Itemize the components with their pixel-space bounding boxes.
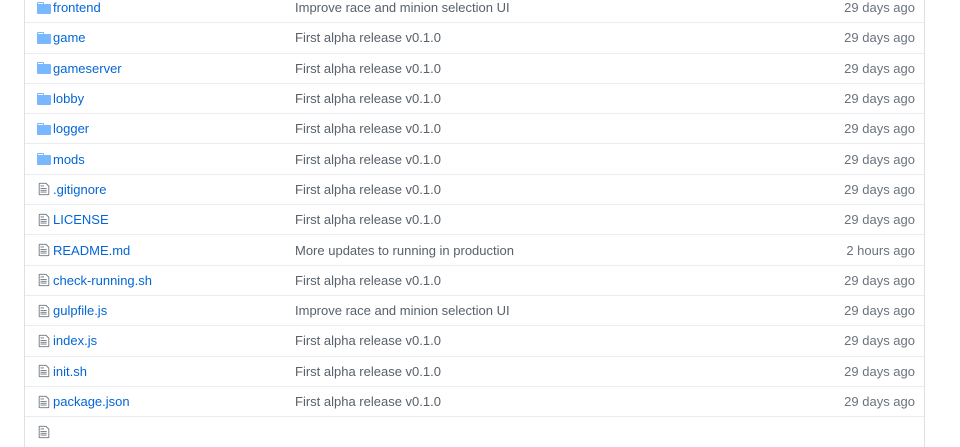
commit-age: 29 days ago	[844, 363, 915, 379]
folder-icon	[35, 1, 53, 14]
file-icon	[35, 273, 53, 287]
file-row[interactable]: package.json First alpha release v0.1.0 29…	[25, 387, 924, 418]
commit-message-link[interactable]: First alpha release v0.1.0	[295, 182, 441, 197]
file-name-link[interactable]: README.md	[53, 243, 130, 258]
file-row[interactable]: check-running.sh First alpha release v0.1…	[25, 266, 924, 296]
file-icon	[35, 395, 53, 409]
file-list: frontend Improve race and minion selectio…	[24, 0, 925, 447]
file-name-link[interactable]: init.sh	[53, 364, 87, 379]
commit-age: 29 days ago	[844, 212, 915, 228]
file-name-link[interactable]: package.json	[53, 394, 130, 409]
file-row[interactable]: .gitignore First alpha release v0.1.0 29 d…	[25, 175, 924, 206]
commit-age: 29 days ago	[844, 333, 915, 349]
folder-icon	[35, 153, 53, 166]
commit-message-link[interactable]: First alpha release v0.1.0	[295, 212, 441, 227]
commit-message-link[interactable]: First alpha release v0.1.0	[295, 61, 441, 76]
folder-icon	[35, 31, 53, 44]
commit-message-link[interactable]: First alpha release v0.1.0	[295, 30, 441, 45]
file-row[interactable]: game First alpha release v0.1.0 29 days ag…	[25, 23, 924, 54]
file-name-link[interactable]: logger	[53, 121, 89, 136]
commit-age: 29 days ago	[844, 272, 915, 288]
commit-message-link[interactable]: First alpha release v0.1.0	[295, 273, 441, 288]
file-row[interactable]: lobby First alpha release v0.1.0 29 days a…	[25, 84, 924, 115]
file-name-link[interactable]: check-running.sh	[53, 273, 152, 288]
folder-icon	[35, 92, 53, 105]
commit-age: 29 days ago	[844, 303, 915, 319]
file-icon	[35, 213, 53, 227]
commit-message-link[interactable]: First alpha release v0.1.0	[295, 333, 441, 348]
file-row[interactable]: README.md More updates to running in prod…	[25, 235, 924, 266]
file-row[interactable]: gulpfile.js Improve race and minion selec…	[25, 296, 924, 327]
commit-message-link[interactable]: Improve race and minion selection UI	[295, 303, 510, 318]
commit-age: 29 days ago	[844, 91, 915, 107]
commit-age: 29 days ago	[844, 60, 915, 76]
commit-age: 29 days ago	[844, 121, 915, 137]
commit-message-link[interactable]: More updates to running in production	[295, 243, 514, 258]
file-icon	[35, 425, 53, 439]
file-row[interactable]: LICENSE First alpha release v0.1.0 29 days…	[25, 205, 924, 236]
file-icon	[35, 334, 53, 348]
file-row[interactable]: gameserver First alpha release v0.1.0 29 d…	[25, 54, 924, 84]
file-row[interactable]	[25, 417, 924, 447]
file-row[interactable]: logger First alpha release v0.1.0 29 days …	[25, 114, 924, 145]
commit-age: 29 days ago	[844, 30, 915, 46]
commit-age: 29 days ago	[844, 394, 915, 409]
commit-age: 29 days ago	[844, 151, 915, 167]
commit-message-link[interactable]: First alpha release v0.1.0	[295, 152, 441, 167]
file-name-link[interactable]: game	[53, 30, 86, 45]
file-row[interactable]: index.js First alpha release v0.1.0 29 day…	[25, 326, 924, 357]
commit-age: 29 days ago	[844, 181, 915, 197]
file-row[interactable]: mods First alpha release v0.1.0 29 days ag…	[25, 144, 924, 175]
commit-message-link[interactable]: Improve race and minion selection UI	[295, 0, 510, 15]
file-name-link[interactable]: frontend	[53, 0, 101, 15]
file-icon	[35, 182, 53, 196]
file-icon	[35, 243, 53, 257]
folder-icon	[35, 62, 53, 75]
file-name-link[interactable]: .gitignore	[53, 182, 106, 197]
file-name-link[interactable]: gulpfile.js	[53, 303, 107, 318]
commit-message-link[interactable]: First alpha release v0.1.0	[295, 121, 441, 136]
file-name-link[interactable]: mods	[53, 152, 85, 167]
commit-message-link[interactable]: First alpha release v0.1.0	[295, 394, 441, 409]
commit-age: 29 days ago	[844, 0, 915, 16]
file-icon	[35, 364, 53, 378]
commit-message-link[interactable]: First alpha release v0.1.0	[295, 91, 441, 106]
commit-age: 2 hours ago	[846, 242, 915, 258]
file-name-link[interactable]: index.js	[53, 333, 97, 348]
file-name-link[interactable]: gameserver	[53, 61, 122, 76]
file-name-link[interactable]: lobby	[53, 91, 84, 106]
folder-icon	[35, 122, 53, 135]
file-row[interactable]: init.sh First alpha release v0.1.0 29 days…	[25, 357, 924, 387]
file-row[interactable]: frontend Improve race and minion selectio…	[25, 0, 924, 24]
commit-message-link[interactable]: First alpha release v0.1.0	[295, 364, 441, 379]
file-name-link[interactable]: LICENSE	[53, 212, 109, 227]
file-icon	[35, 304, 53, 318]
